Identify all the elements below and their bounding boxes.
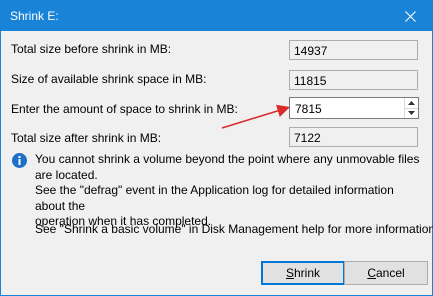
size-after-field: 7122 — [289, 127, 418, 147]
available-space-field: 11815 — [289, 70, 418, 90]
available-space-value: 11815 — [294, 74, 327, 88]
info-line-1: You cannot shrink a volume beyond the po… — [35, 152, 420, 182]
shrink-amount-label: Enter the amount of space to shrink in M… — [11, 102, 238, 116]
close-icon — [404, 10, 416, 22]
close-button[interactable] — [388, 1, 432, 31]
info-line-2: See the "defrag" event in the Applicatio… — [35, 183, 394, 213]
shrink-amount-spinbox[interactable]: 7815 — [289, 97, 419, 119]
cancel-mnemonic: C — [367, 266, 376, 280]
shrink-mnemonic: S — [285, 266, 294, 280]
size-after-value: 7122 — [294, 131, 321, 145]
help-text: See "Shrink a basic volume" in Disk Mana… — [35, 222, 433, 236]
spin-buttons — [404, 98, 418, 118]
dialog-content: Total size before shrink in MB: 14937 Si… — [1, 31, 433, 295]
cancel-button[interactable]: Cancel — [344, 261, 428, 285]
spin-down-button[interactable] — [405, 108, 418, 118]
shrink-label: hrink — [294, 266, 321, 280]
window-title: Shrink E: — [10, 9, 59, 23]
spin-down-icon — [408, 111, 415, 115]
cancel-label: ancel — [375, 266, 405, 280]
info-icon — [12, 153, 27, 168]
shrink-dialog: Shrink E: Total size before shrink in MB… — [0, 0, 433, 296]
shrink-button[interactable]: Shrink — [261, 261, 345, 285]
size-after-label: Total size after shrink in MB: — [11, 131, 162, 145]
total-size-label: Total size before shrink in MB: — [11, 42, 172, 56]
spin-up-icon — [408, 101, 415, 105]
available-space-label: Size of available shrink space in MB: — [11, 72, 207, 86]
total-size-field: 14937 — [289, 40, 418, 60]
title-bar: Shrink E: — [1, 1, 432, 31]
shrink-amount-value[interactable]: 7815 — [295, 102, 322, 116]
total-size-value: 14937 — [294, 44, 328, 58]
info-message: You cannot shrink a volume beyond the po… — [35, 152, 425, 230]
